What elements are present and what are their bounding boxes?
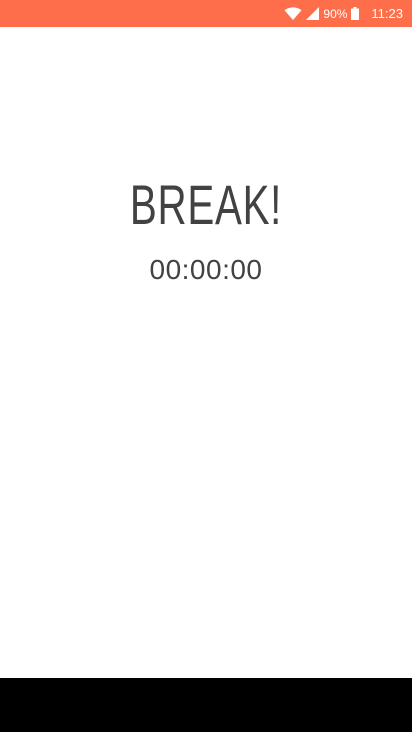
main-content: BREAK! 00:00:00 [0,27,412,678]
signal-icon [306,7,320,20]
battery-icon [351,7,360,20]
wifi-icon [284,6,302,21]
status-time: 11:23 [371,6,403,21]
status-bar: 90% 11:23 [0,0,412,27]
break-title: BREAK! [129,173,283,236]
battery-percent: 90% [323,6,348,21]
navigation-bar [0,678,412,732]
timer-display: 00:00:00 [149,254,263,285]
